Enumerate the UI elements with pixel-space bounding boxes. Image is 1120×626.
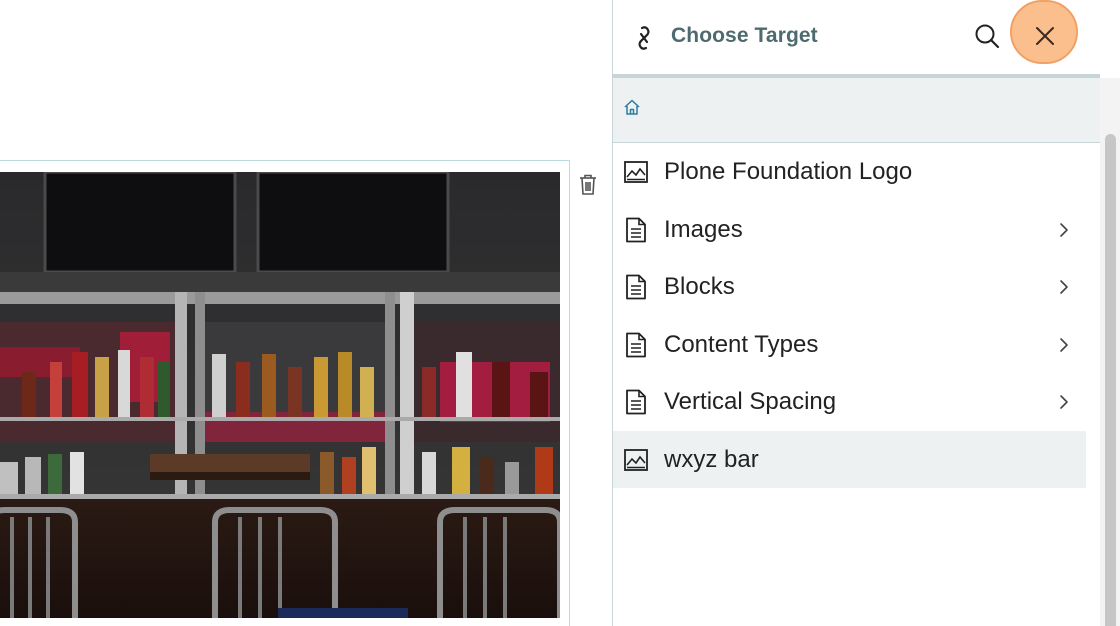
chevron-right-icon[interactable] [1057,277,1071,297]
image-icon [624,161,648,183]
close-icon[interactable] [1033,24,1057,48]
list-item[interactable]: Blocks [613,258,1086,316]
list-item-label: Vertical Spacing [664,388,837,415]
results-list: Plone Foundation Logo Images Blocks Cont… [613,143,1086,488]
list-item-label: Content Types [664,330,819,358]
scrollbar[interactable] [1100,78,1120,626]
bar-photo[interactable] [0,172,560,618]
breadcrumb [613,78,1100,143]
delete-block-button[interactable] [576,172,600,198]
list-item-label: Plone Foundation Logo [664,158,913,185]
chevron-right-icon[interactable] [1057,335,1071,355]
list-item[interactable]: Vertical Spacing [613,373,1086,431]
document-icon [626,217,646,242]
list-item-label: Blocks [664,273,735,300]
page: Choose Target Plone Foundation Logo Imag… [0,0,1120,626]
home-icon[interactable] [623,98,641,116]
chevron-right-icon[interactable] [1057,392,1071,412]
choose-target-sidebar: Choose Target Plone Foundation Logo Imag… [612,0,1120,626]
trash-icon [580,174,596,195]
scrollbar-thumb[interactable] [1105,134,1116,626]
document-icon [626,274,646,300]
list-item[interactable]: Content Types [613,316,1086,374]
document-icon [626,389,646,415]
sidebar-header: Choose Target [613,0,1100,78]
bar-photo-image [0,172,560,618]
image-icon [624,448,648,471]
document-icon [626,332,646,357]
search-icon[interactable] [973,22,1001,50]
list-item-label: Images [664,215,743,243]
list-item-label: wxyz bar [664,445,759,473]
list-item[interactable]: Images [613,201,1086,259]
chevron-right-icon[interactable] [1057,220,1071,240]
list-item[interactable]: Plone Foundation Logo [613,143,1086,201]
list-item-selected[interactable]: wxyz bar [613,430,1086,488]
sidebar-title: Choose Target [671,24,818,47]
link-icon [638,26,650,50]
